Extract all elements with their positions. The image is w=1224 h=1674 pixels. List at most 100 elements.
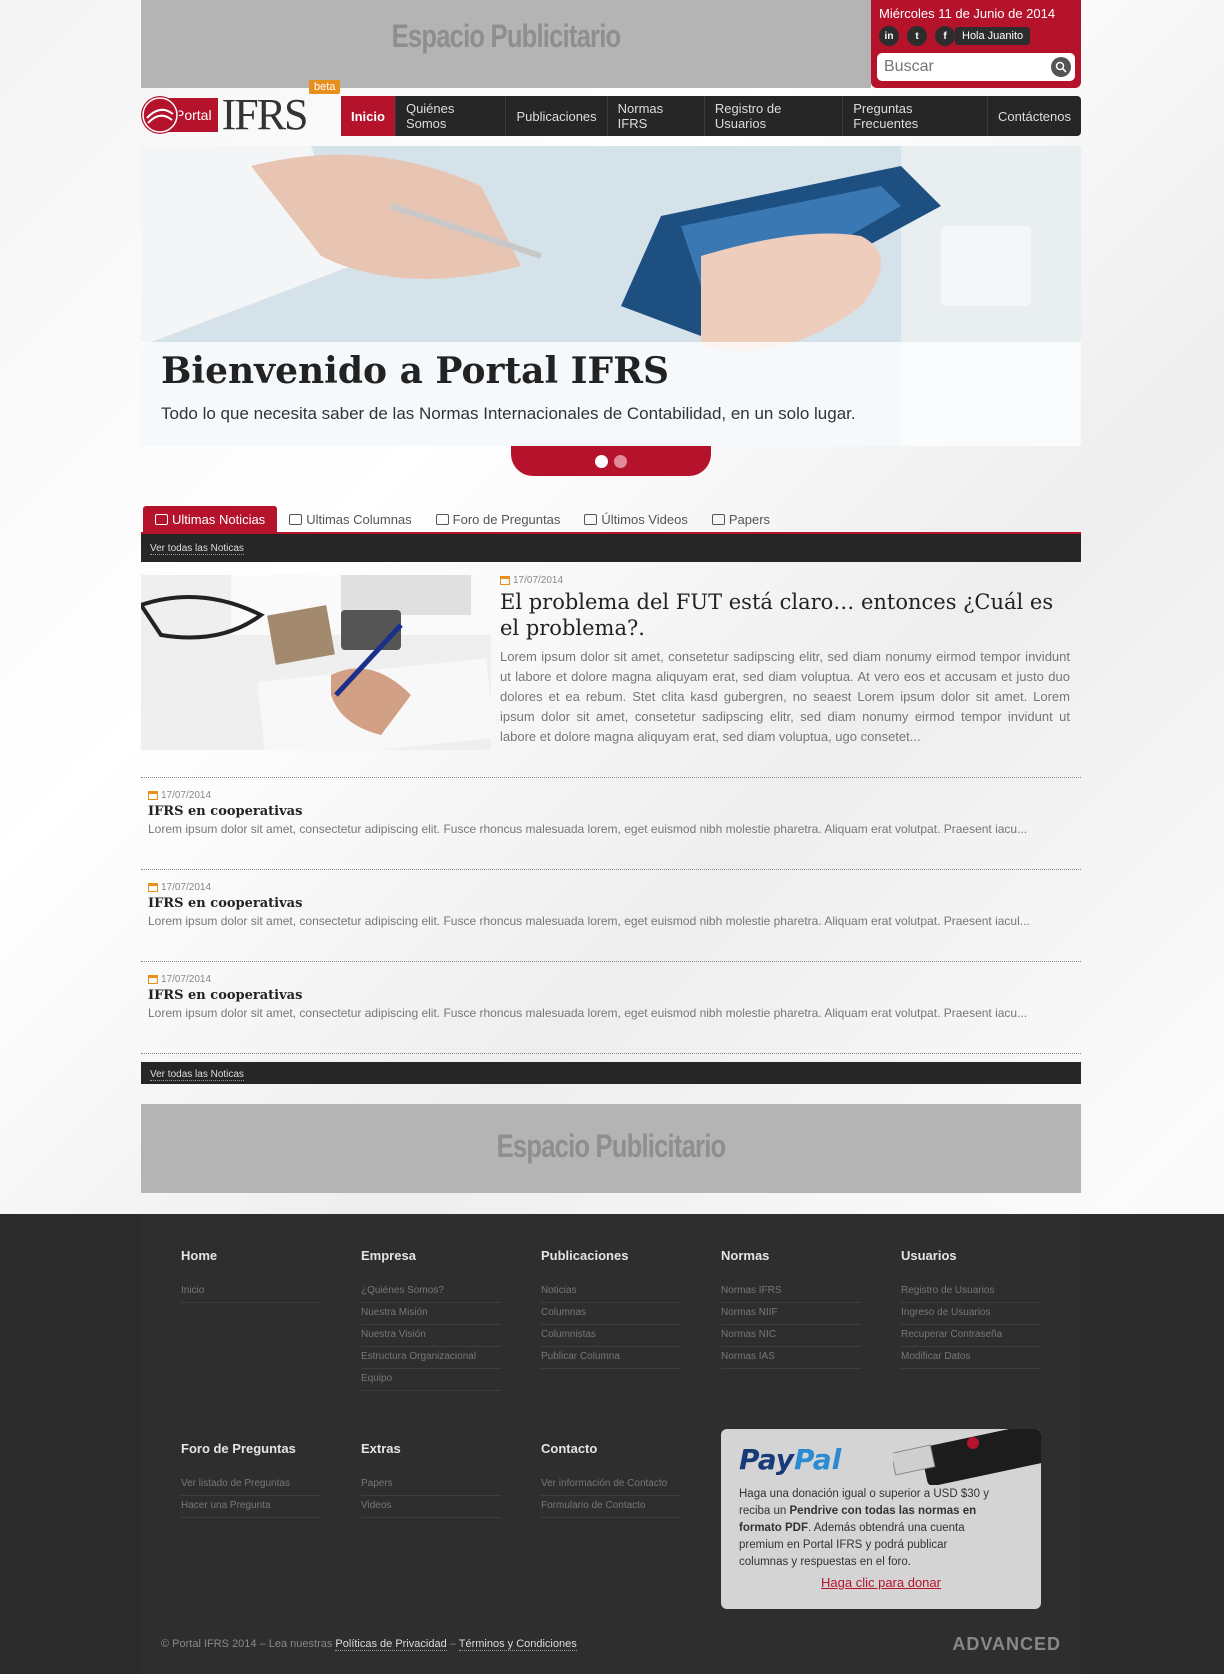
linkedin-icon[interactable]: in bbox=[879, 26, 899, 46]
top-ad-banner[interactable]: Espacio Publicitario bbox=[141, 0, 871, 88]
tab-label: Foro de Preguntas bbox=[452, 511, 561, 527]
footer-link[interactable]: Publicar Columna bbox=[541, 1347, 681, 1369]
see-all-news-link-bottom[interactable]: Ver todas las Noticas bbox=[150, 1069, 244, 1081]
beta-badge: beta bbox=[309, 80, 341, 94]
news-date: 17/07/2014 bbox=[148, 790, 1068, 801]
news-title[interactable]: IFRS en cooperativas bbox=[148, 804, 1068, 819]
chat-icon bbox=[435, 513, 449, 525]
search-button[interactable] bbox=[1051, 57, 1071, 77]
nav-publicaciones[interactable]: Publicaciones bbox=[506, 96, 608, 136]
slider-dot-2[interactable] bbox=[614, 454, 627, 468]
news-excerpt: Lorem ipsum dolor sit amet, consectetur … bbox=[148, 822, 1028, 836]
footer-link[interactable]: Normas IFRS bbox=[721, 1281, 861, 1303]
news-excerpt: Lorem ipsum dolor sit amet, consectetur … bbox=[148, 1006, 1028, 1020]
tab-ultimos-videos[interactable]: Últimos Videos bbox=[572, 506, 699, 532]
news-toolbar-top: Ver todas las Noticas bbox=[141, 532, 1081, 562]
list-item[interactable]: 17/07/2014 IFRS en cooperativas Lorem ip… bbox=[148, 882, 1068, 929]
facebook-icon[interactable]: f bbox=[935, 26, 955, 46]
footer-link[interactable]: Inicio bbox=[181, 1281, 321, 1303]
footer-link[interactable]: Registro de Usuarios bbox=[901, 1281, 1041, 1303]
footer-col-title: Normas bbox=[721, 1248, 770, 1263]
footer-col-normas: Normas Normas IFRS Normas NIIF Normas NI… bbox=[721, 1248, 861, 1369]
user-greeting[interactable]: Hola Juanito bbox=[955, 27, 1031, 45]
footer-link[interactable]: ¿Quiénes Somos? bbox=[361, 1281, 501, 1303]
newspaper-icon bbox=[155, 513, 168, 525]
divider bbox=[141, 1053, 1081, 1054]
tab-ultimas-noticias[interactable]: Ultimas Noticias bbox=[143, 506, 278, 532]
calendar-icon bbox=[148, 791, 158, 800]
tab-ultimas-columnas[interactable]: Ultimas Columnas bbox=[277, 506, 423, 532]
content-tabs: Ultimas Noticias Ultimas Columnas Foro d… bbox=[143, 506, 782, 532]
footer: Home Inicio Empresa ¿Quiénes Somos? Nues… bbox=[0, 1214, 1224, 1674]
footer-link[interactable]: Nuestra Misión bbox=[361, 1303, 501, 1325]
list-item[interactable]: 17/07/2014 IFRS en cooperativas Lorem ip… bbox=[148, 974, 1068, 1021]
tab-foro-preguntas[interactable]: Foro de Preguntas bbox=[424, 506, 573, 532]
hero-slider[interactable]: Bienvenido a Portal IFRS Todo lo que nec… bbox=[141, 146, 1081, 446]
tab-papers[interactable]: Papers bbox=[700, 506, 782, 532]
top-ad-text: Espacio Publicitario bbox=[391, 18, 621, 54]
footer-link[interactable]: Normas NIC bbox=[721, 1325, 861, 1347]
search-input[interactable] bbox=[884, 58, 1044, 76]
nav-registro-usuarios[interactable]: Registro de Usuarios bbox=[705, 96, 844, 136]
agency-logo[interactable]: ADVANCED bbox=[952, 1634, 1061, 1655]
nav-inicio[interactable]: Inicio bbox=[341, 96, 396, 136]
divider bbox=[141, 961, 1081, 962]
footer-link[interactable]: Modificar Datos bbox=[901, 1347, 1041, 1369]
news-toolbar-bottom: Ver todas las Noticas bbox=[141, 1062, 1081, 1084]
paypal-logo-a: Pay bbox=[739, 1443, 795, 1476]
donate-link[interactable]: Haga clic para donar bbox=[739, 1575, 1023, 1590]
footer-link[interactable]: Columnistas bbox=[541, 1325, 681, 1347]
slider-dot-1[interactable] bbox=[595, 454, 608, 468]
news-date-text: 17/07/2014 bbox=[161, 974, 212, 985]
footer-col-title: Publicaciones bbox=[541, 1248, 629, 1263]
news-title[interactable]: IFRS en cooperativas bbox=[148, 988, 1068, 1003]
footer-col-publicaciones: Publicaciones Noticias Columnas Columnis… bbox=[541, 1248, 681, 1369]
featured-article[interactable]: 17/07/2014 El problema del FUT está clar… bbox=[141, 575, 1081, 750]
footer-link[interactable]: Hacer una Pregunta bbox=[181, 1496, 321, 1518]
footer-col-contacto: Contacto Ver información de Contacto For… bbox=[541, 1441, 681, 1518]
list-item[interactable]: 17/07/2014 IFRS en cooperativas Lorem ip… bbox=[148, 790, 1068, 837]
site-logo[interactable]: Portal IFRS beta bbox=[141, 80, 341, 137]
paypal-description: Haga una donación igual o superior a USD… bbox=[739, 1486, 989, 1571]
news-date: 17/07/2014 bbox=[148, 974, 1068, 985]
footer-link[interactable]: Recuperar Contraseña bbox=[901, 1325, 1041, 1347]
usb-drive-icon bbox=[893, 1429, 1041, 1485]
bottom-ad-banner[interactable]: Espacio Publicitario bbox=[141, 1104, 1081, 1193]
footer-link[interactable]: Ver información de Contacto bbox=[541, 1474, 681, 1496]
footer-link[interactable]: Equipo bbox=[361, 1369, 501, 1391]
nav-preguntas-frecuentes[interactable]: Preguntas Frecuentes bbox=[843, 96, 988, 136]
privacy-link[interactable]: Políticas de Privacidad bbox=[335, 1638, 447, 1651]
footer-link[interactable]: Normas NIIF bbox=[721, 1303, 861, 1325]
footer-col-title: Usuarios bbox=[901, 1248, 957, 1263]
nav-quienes-somos[interactable]: Quiénes Somos bbox=[396, 96, 507, 136]
footer-col-foro: Foro de Preguntas Ver listado de Pregunt… bbox=[181, 1441, 321, 1518]
nav-contactenos[interactable]: Contáctenos bbox=[988, 96, 1081, 136]
main-nav: Inicio Quiénes Somos Publicaciones Norma… bbox=[341, 96, 1081, 136]
footer-link[interactable]: Normas IAS bbox=[721, 1347, 861, 1369]
search-box bbox=[877, 53, 1075, 81]
twitter-icon[interactable]: t bbox=[907, 26, 927, 46]
footer-col-title: Home bbox=[181, 1248, 218, 1263]
footer-link[interactable]: Ingreso de Usuarios bbox=[901, 1303, 1041, 1325]
footer-link[interactable]: Noticias bbox=[541, 1281, 681, 1303]
paypal-logo-b: Pal bbox=[794, 1443, 842, 1476]
footer-link[interactable]: Ver listado de Preguntas bbox=[181, 1474, 321, 1496]
see-all-news-link-top[interactable]: Ver todas las Noticas bbox=[150, 543, 244, 555]
footer-link[interactable]: Formulario de Contacto bbox=[541, 1496, 681, 1518]
copyright-dash: – bbox=[446, 1638, 459, 1650]
terms-link[interactable]: Términos y Condiciones bbox=[458, 1638, 577, 1651]
news-date-text: 17/07/2014 bbox=[161, 790, 212, 801]
footer-col-empresa: Empresa ¿Quiénes Somos? Nuestra Misión N… bbox=[361, 1248, 501, 1391]
calendar-icon bbox=[148, 975, 158, 984]
footer-link[interactable]: Videos bbox=[361, 1496, 501, 1518]
news-date-text: 17/07/2014 bbox=[161, 882, 212, 893]
featured-title[interactable]: El problema del FUT está claro… entonces… bbox=[500, 589, 1070, 641]
footer-link[interactable]: Columnas bbox=[541, 1303, 681, 1325]
footer-link[interactable]: Papers bbox=[361, 1474, 501, 1496]
nav-normas-ifrs[interactable]: Normas IFRS bbox=[608, 96, 705, 136]
slider-title: Bienvenido a Portal IFRS bbox=[161, 350, 669, 392]
footer-link[interactable]: Estructura Organizacional bbox=[361, 1347, 501, 1369]
divider bbox=[141, 869, 1081, 870]
footer-link[interactable]: Nuestra Visión bbox=[361, 1325, 501, 1347]
news-title[interactable]: IFRS en cooperativas bbox=[148, 896, 1068, 911]
